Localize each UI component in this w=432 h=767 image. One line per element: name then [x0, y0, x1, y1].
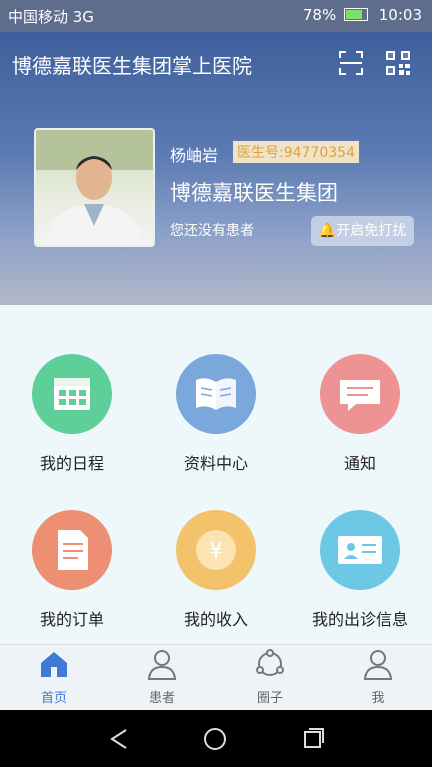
scan-icon[interactable] [338, 50, 364, 76]
bell-icon: 🔔 [318, 223, 337, 239]
message-icon [320, 354, 400, 434]
battery-icon [343, 8, 368, 21]
menu-item-orders[interactable]: 我的订单 [12, 510, 132, 630]
tab-label: 圈子 [256, 691, 283, 706]
tab-label: 首页 [40, 691, 67, 706]
home-icon [41, 652, 67, 677]
menu-label: 资料中心 [183, 454, 248, 473]
battery-percent: 78% [302, 6, 337, 24]
tab-label: 患者 [148, 691, 175, 706]
doctor-name: 杨岫岩 [170, 146, 219, 165]
menu-item-income[interactable]: ¥ 我的收入 [156, 510, 276, 630]
carrier-label: 中国移动 3G [8, 8, 94, 26]
menu-label: 通知 [343, 454, 376, 473]
bottom-tab-bar: 首页 患者 圈子 我 [0, 644, 432, 711]
menu-item-visit-info[interactable]: 我的出诊信息 [300, 510, 420, 630]
tab-circle[interactable]: 圈子 [230, 647, 310, 706]
book-icon [176, 354, 256, 434]
back-icon[interactable] [106, 726, 132, 752]
yen-coin-icon: ¥ [176, 510, 256, 590]
organization-name: 博德嘉联医生集团 [170, 181, 338, 205]
qr-code-icon[interactable] [385, 50, 411, 76]
patient-icon [147, 650, 177, 680]
tab-me[interactable]: 我 [338, 647, 418, 706]
app-title: 博德嘉联医生集团掌上医院 [12, 54, 252, 78]
tab-patients[interactable]: 患者 [122, 647, 202, 706]
recent-apps-icon[interactable] [300, 726, 326, 752]
tab-home[interactable]: 首页 [14, 647, 94, 706]
status-bar: 中国移动 3G 78% 10:03 [0, 0, 432, 32]
id-card-icon [320, 510, 400, 590]
calendar-icon [32, 354, 112, 434]
circle-icon [256, 649, 284, 676]
menu-label: 我的收入 [183, 610, 248, 629]
home-button-icon[interactable] [202, 726, 228, 752]
system-navigation-bar [0, 710, 432, 767]
menu-label: 我的日程 [39, 454, 104, 473]
person-icon [363, 650, 393, 680]
patient-status-text: 您还没有患者 [170, 223, 254, 239]
menu-item-notifications[interactable]: 通知 [300, 354, 420, 474]
clock: 10:03 [378, 6, 422, 24]
menu-label: 我的出诊信息 [311, 610, 408, 629]
document-icon [32, 510, 112, 590]
doctor-photo [36, 130, 153, 245]
tab-label: 我 [371, 691, 385, 706]
menu-label: 我的订单 [39, 610, 104, 629]
doctor-id-badge: 医生号:94770354 [233, 141, 359, 163]
avatar[interactable] [34, 128, 155, 247]
do-not-disturb-label: 开启免打扰 [336, 223, 407, 239]
svg-text:¥: ¥ [209, 539, 223, 564]
menu-item-schedule[interactable]: 我的日程 [12, 354, 132, 474]
do-not-disturb-button[interactable]: 🔔开启免打扰 [311, 216, 414, 246]
menu-item-resource-center[interactable]: 资料中心 [156, 354, 276, 474]
